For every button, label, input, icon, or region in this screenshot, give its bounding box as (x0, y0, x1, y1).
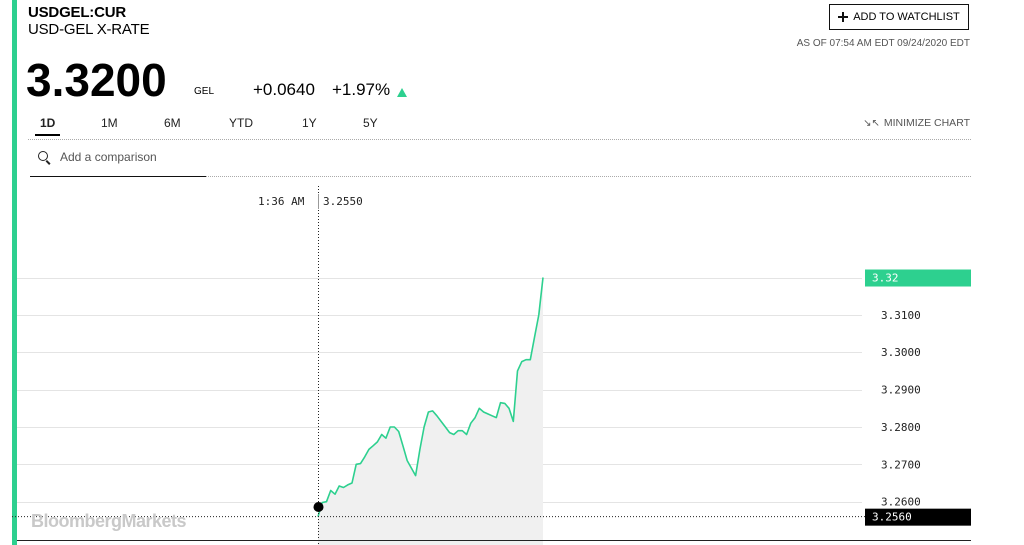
crosshair-dot (313, 502, 324, 512)
y-tick-label: 3.2600 (881, 496, 921, 509)
crosshair-value-label: 3.2550 (323, 195, 363, 208)
reference-value-marker: 3.2560 (865, 508, 971, 526)
crosshair-time-label: 1:36 AM (258, 195, 305, 208)
y-tick-label: 3.3100 (881, 309, 921, 322)
current-value-marker: 3.32 (865, 269, 971, 287)
y-tick-label: 3.3000 (881, 346, 921, 359)
y-axis-ticks: 3.2600 3.2700 3.2800 3.2900 3.3000 3.3100 (881, 309, 921, 509)
y-tick-label: 3.2700 (881, 458, 921, 471)
bloomberg-markets-logo: BloombergMarkets (31, 511, 187, 531)
current-value-label: 3.32 (872, 272, 899, 285)
crosshair-label: 1:36 AM 3.2550 (258, 194, 363, 209)
price-chart: 3.2600 3.2700 3.2800 3.2900 3.3000 3.3100 1:3… (12, 186, 971, 545)
reference-value-label: 3.2560 (872, 511, 912, 524)
y-tick-label: 3.2800 (881, 421, 921, 434)
y-tick-label: 3.2900 (881, 384, 921, 397)
